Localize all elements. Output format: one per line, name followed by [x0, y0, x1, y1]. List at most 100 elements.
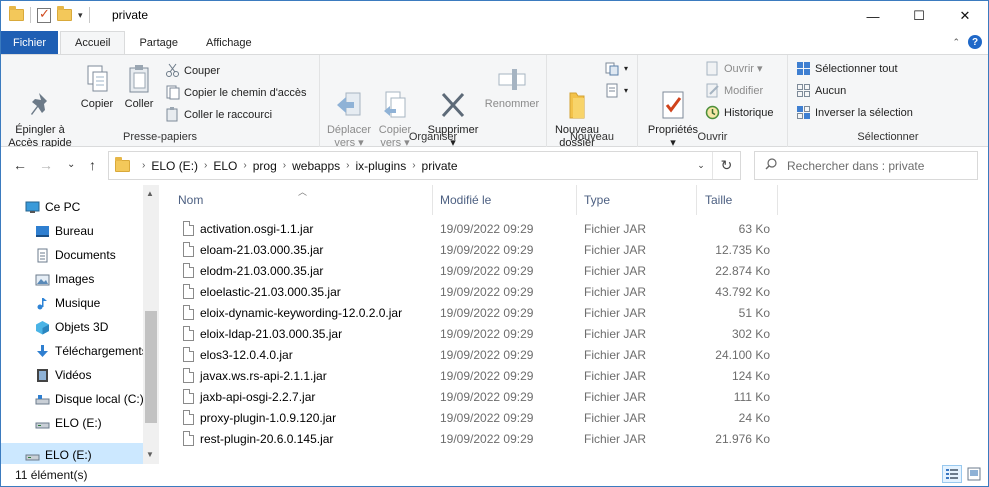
group-select: Sélectionner tout Aucun Inverser la séle…	[788, 55, 988, 147]
column-header-name[interactable]: Nom	[164, 185, 433, 215]
address-history-dropdown-icon[interactable]: ⌄	[690, 160, 712, 171]
title-bar: ▾ private — ☐ ✕	[1, 1, 988, 31]
file-row[interactable]: eloix-ldap-21.03.000.35.jar 19/09/2022 0…	[164, 324, 988, 345]
refresh-icon[interactable]: ↻	[712, 152, 740, 179]
edit-button[interactable]: Modifier	[705, 83, 763, 98]
select-all-button[interactable]: Sélectionner tout	[796, 61, 898, 76]
group-open: Propriétés ▾ Ouvrir ▾ Modifier Historiqu…	[638, 55, 788, 149]
pin-icon	[25, 76, 55, 115]
select-none-button[interactable]: Aucun	[796, 83, 846, 98]
nav-scrollbar-thumb[interactable]	[145, 311, 157, 423]
maximize-button[interactable]: ☐	[896, 1, 942, 31]
new-folder-icon[interactable]	[57, 6, 72, 21]
paste-shortcut-button[interactable]: Coller le raccourci	[165, 107, 272, 122]
jar-file-icon	[183, 326, 194, 341]
file-row[interactable]: elodm-21.03.000.35.jar 19/09/2022 09:29 …	[164, 261, 988, 282]
rename-button[interactable]: Renommer	[482, 63, 542, 111]
breadcrumb-separator[interactable]: ›	[342, 160, 353, 171]
nav-item-videos[interactable]: Vidéos	[1, 363, 143, 387]
file-type: Fichier JAR	[584, 306, 647, 320]
breadcrumb-separator[interactable]: ›	[239, 160, 250, 171]
nav-item-images[interactable]: Images	[1, 267, 143, 291]
copy-button[interactable]: Copier	[77, 63, 117, 111]
minimize-button[interactable]: —	[850, 1, 896, 31]
up-button[interactable]: ↑	[89, 157, 96, 173]
breadcrumb-separator[interactable]: ›	[138, 160, 149, 171]
recent-locations-button[interactable]: ⌄	[67, 159, 75, 170]
breadcrumb-separator[interactable]: ›	[408, 160, 419, 171]
breadcrumb-item[interactable]: prog	[251, 159, 279, 173]
easy-access-button[interactable]: ▾	[605, 83, 628, 98]
invert-selection-button[interactable]: Inverser la sélection	[796, 105, 913, 120]
column-header-type[interactable]: Type	[577, 185, 697, 215]
help-icon[interactable]: ?	[968, 35, 982, 49]
scroll-up-icon[interactable]: ▲	[146, 189, 154, 198]
tab-file[interactable]: Fichier	[1, 31, 58, 54]
column-header-size[interactable]: Taille	[697, 185, 778, 215]
new-item-button[interactable]: ▾	[605, 61, 628, 76]
select-none-label: Aucun	[815, 84, 847, 97]
nav-item-this-pc[interactable]: Ce PC	[1, 195, 143, 219]
nav-item-music[interactable]: Musique	[1, 291, 143, 315]
nav-item-3d-objects[interactable]: Objets 3D	[1, 315, 143, 339]
breadcrumb-separator[interactable]: ›	[279, 160, 290, 171]
file-modified: 19/09/2022 09:29	[440, 327, 534, 341]
file-row[interactable]: jaxb-api-osgi-2.2.7.jar 19/09/2022 09:29…	[164, 387, 988, 408]
file-row[interactable]: eloelastic-21.03.000.35.jar 19/09/2022 0…	[164, 282, 988, 303]
navigation-pane: Ce PC Bureau Documents Images Musique Ob…	[1, 185, 159, 464]
easy-access-icon	[605, 83, 620, 98]
close-button[interactable]: ✕	[942, 1, 988, 31]
history-label: Historique	[724, 106, 774, 119]
nav-item-documents[interactable]: Documents	[1, 243, 143, 267]
invert-selection-label: Inverser la sélection	[815, 106, 913, 119]
large-icons-view-button[interactable]	[964, 465, 984, 483]
back-button[interactable]: ←	[13, 157, 27, 173]
file-row[interactable]: rest-plugin-20.6.0.145.jar 19/09/2022 09…	[164, 429, 988, 450]
breadcrumb-item[interactable]: ix-plugins	[354, 159, 409, 173]
breadcrumb-item[interactable]: ELO	[211, 159, 239, 173]
search-input[interactable]: Rechercher dans : private	[754, 151, 978, 180]
address-bar[interactable]: › ELO (E:) › ELO › prog › webapps › ix-p…	[108, 151, 741, 180]
forward-button[interactable]: →	[39, 157, 53, 173]
nav-item-desktop[interactable]: Bureau	[1, 219, 143, 243]
breadcrumb-item[interactable]: webapps	[290, 159, 342, 173]
file-size: 22.874 Ko	[715, 264, 770, 278]
details-view-button[interactable]	[942, 465, 962, 483]
nav-item-downloads[interactable]: Téléchargements	[1, 339, 148, 363]
nav-item-elo-e[interactable]: ELO (E:)	[1, 411, 143, 435]
history-button[interactable]: Historique	[705, 105, 774, 120]
jar-file-icon	[183, 410, 194, 425]
file-row[interactable]: eloam-21.03.000.35.jar 19/09/2022 09:29 …	[164, 240, 988, 261]
scroll-down-icon[interactable]: ▼	[146, 450, 154, 459]
window-title: private	[112, 8, 149, 22]
copy-path-button[interactable]: Copier le chemin d'accès	[165, 85, 307, 100]
file-modified: 19/09/2022 09:29	[440, 285, 534, 299]
item-count: 11 élément(s)	[15, 468, 88, 482]
qat-dropdown-icon[interactable]: ▾	[78, 10, 83, 21]
file-row[interactable]: activation.osgi-1.1.jar 19/09/2022 09:29…	[164, 219, 988, 240]
file-row[interactable]: proxy-plugin-1.0.9.120.jar 19/09/2022 09…	[164, 408, 988, 429]
tab-home[interactable]: Accueil	[60, 31, 126, 54]
file-name: elodm-21.03.000.35.jar	[200, 264, 324, 278]
file-name: jaxb-api-osgi-2.2.7.jar	[200, 390, 316, 404]
cut-label: Couper	[184, 64, 221, 77]
properties-icon[interactable]	[37, 6, 51, 23]
file-row[interactable]: elos3-12.0.4.0.jar 19/09/2022 09:29 Fich…	[164, 345, 988, 366]
file-row[interactable]: eloix-dynamic-keywording-12.0.2.0.jar 19…	[164, 303, 988, 324]
breadcrumb-item[interactable]: ELO (E:)	[149, 159, 200, 173]
file-type: Fichier JAR	[584, 369, 647, 383]
cut-button[interactable]: Couper	[165, 63, 220, 78]
paste-button[interactable]: Coller	[119, 63, 159, 111]
column-header-modified[interactable]: Modifié le	[433, 185, 577, 215]
collapse-ribbon-icon[interactable]: ⌃	[952, 37, 960, 48]
file-row[interactable]: javax.ws.rs-api-2.1.1.jar 19/09/2022 09:…	[164, 366, 988, 387]
nav-scrollbar[interactable]: ▲ ▼	[143, 185, 159, 464]
file-modified: 19/09/2022 09:29	[440, 390, 534, 404]
nav-item-local-disk-c[interactable]: Disque local (C:)	[1, 387, 144, 411]
nav-item-elo-e-root[interactable]: ELO (E:)	[1, 443, 143, 464]
tab-share[interactable]: Partage	[125, 31, 192, 54]
open-button[interactable]: Ouvrir ▾	[705, 61, 763, 76]
breadcrumb-separator[interactable]: ›	[200, 160, 211, 171]
breadcrumb-item[interactable]: private	[420, 159, 460, 173]
tab-view[interactable]: Affichage	[192, 31, 266, 54]
